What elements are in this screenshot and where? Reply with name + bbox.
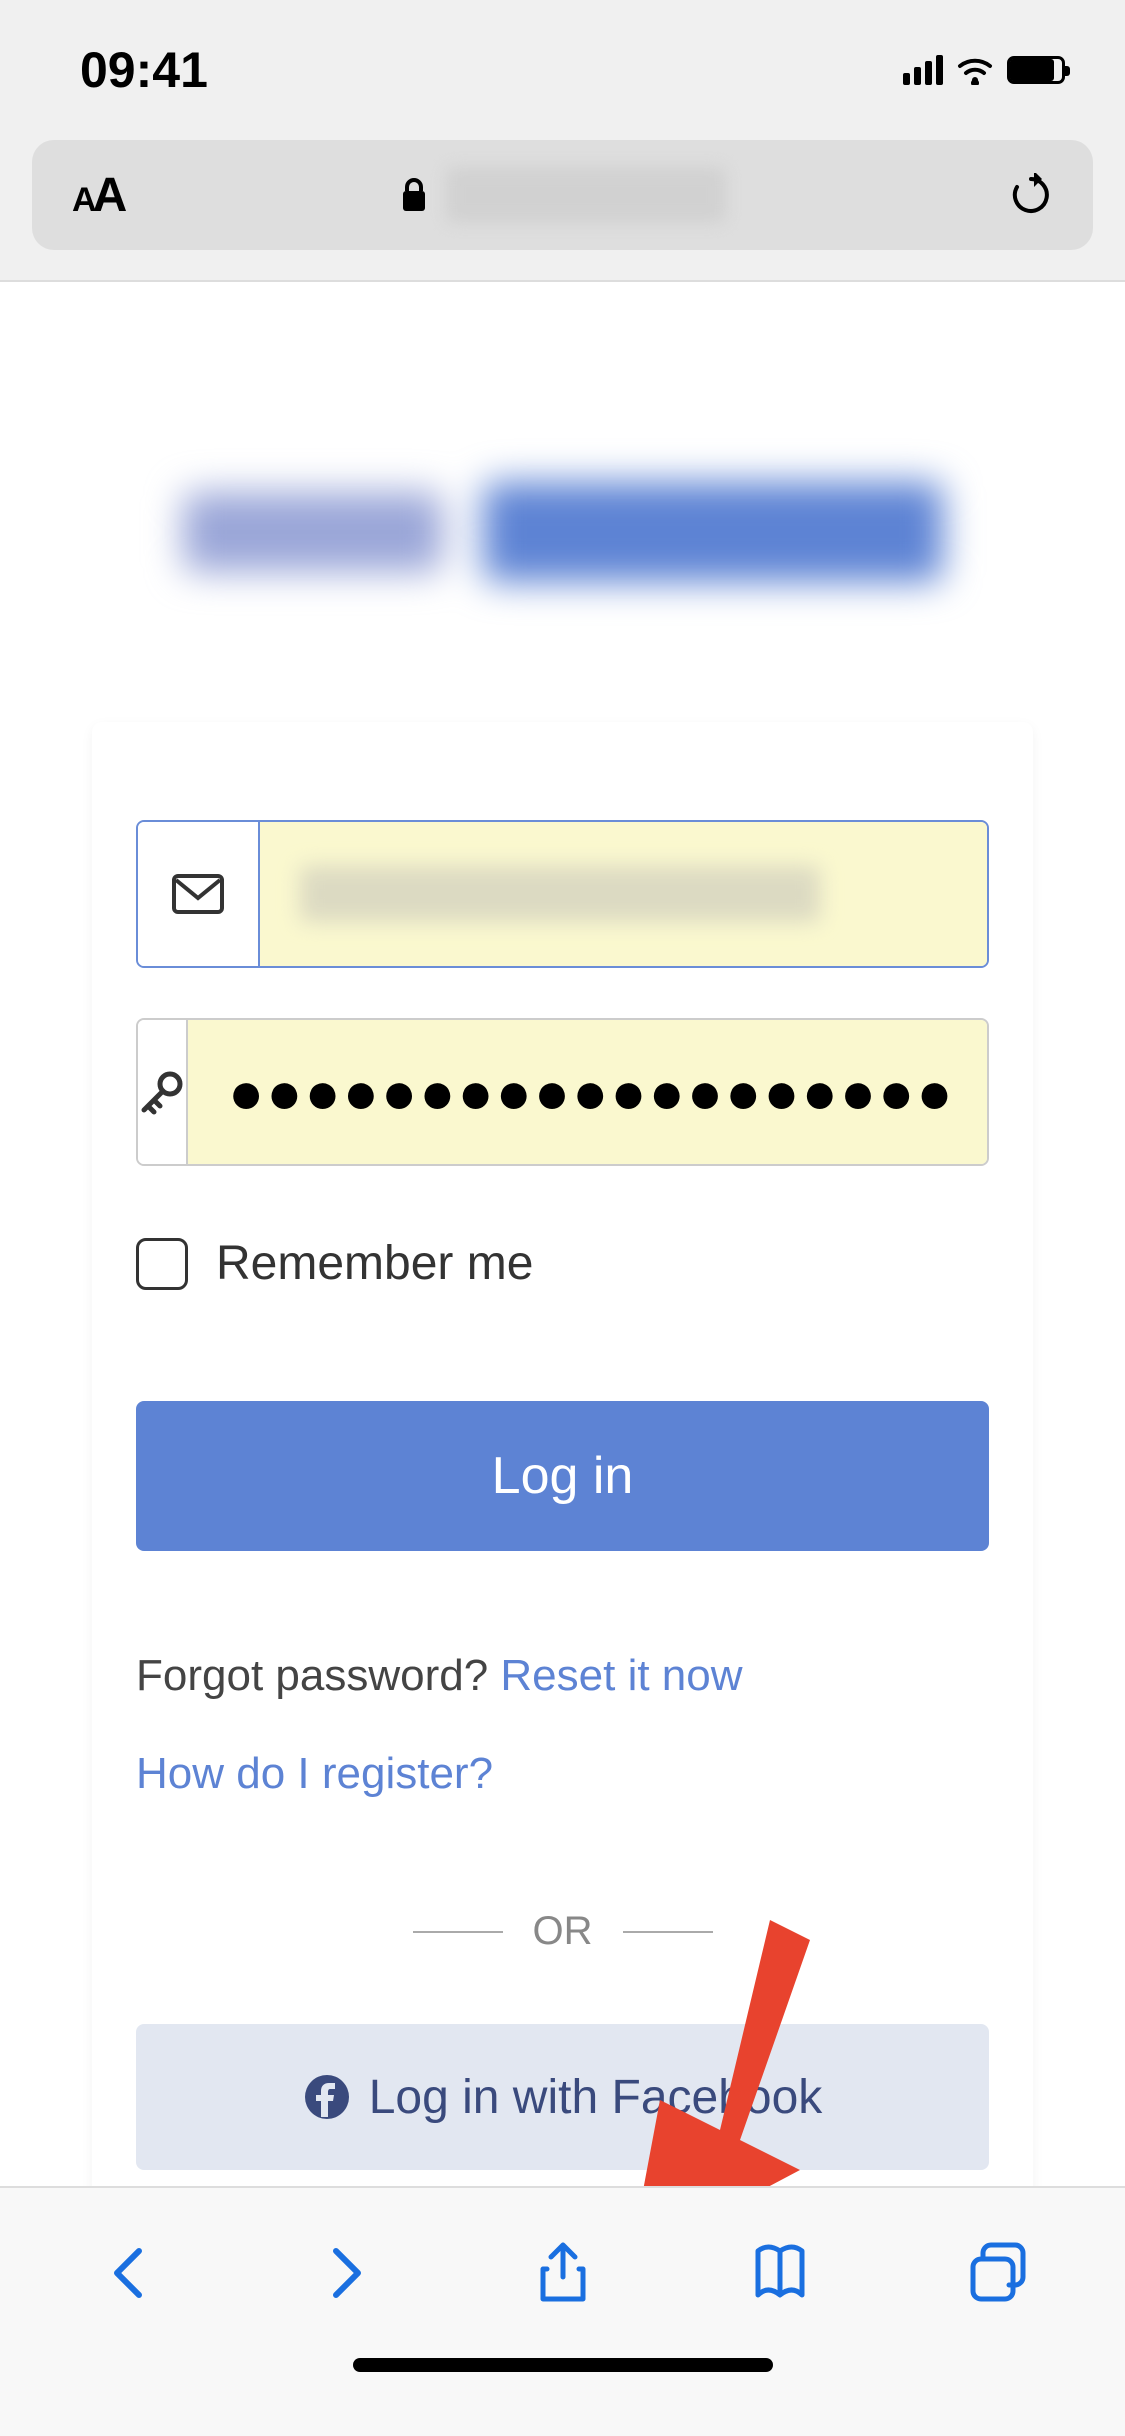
or-divider: OR [136,1909,989,1954]
password-value-masked: ●●●●●●●●●●●●●●●●●●● [228,1058,955,1127]
cellular-signal-icon [903,55,943,85]
status-indicators [903,55,1065,85]
url-text-redacted [446,167,726,223]
key-icon [138,1020,188,1164]
tabs-button[interactable] [961,2237,1033,2309]
login-button[interactable]: Log in [136,1401,989,1551]
email-field[interactable] [260,822,987,966]
password-field[interactable]: ●●●●●●●●●●●●●●●●●●● [188,1020,989,1164]
back-button[interactable] [93,2237,165,2309]
reader-view-button[interactable]: AA [72,168,123,223]
status-time: 09:41 [80,41,208,99]
page-content: ●●●●●●●●●●●●●●●●●●● Remember me Log in F… [0,282,1125,2436]
or-label: OR [533,1909,593,1954]
reset-password-link[interactable]: Reset it now [500,1651,742,1700]
password-input-group: ●●●●●●●●●●●●●●●●●●● [136,1018,989,1166]
email-input-group [136,820,989,968]
share-button[interactable] [527,2237,599,2309]
login-with-facebook-button[interactable]: Log in with Facebook [136,2024,989,2170]
status-bar: 09:41 [0,0,1125,140]
address-bar[interactable]: AA [32,140,1093,250]
home-indicator[interactable] [353,2358,773,2372]
battery-icon [1007,56,1065,84]
bookmarks-button[interactable] [744,2237,816,2309]
facebook-icon [303,2073,351,2121]
site-header-redacted [80,462,1045,602]
wifi-icon [955,55,995,85]
forgot-password-prefix: Forgot password? [136,1651,500,1700]
remember-me-checkbox[interactable] [136,1238,188,1290]
login-card: ●●●●●●●●●●●●●●●●●●● Remember me Log in F… [92,722,1033,2436]
lock-icon [400,177,428,213]
remember-me-row[interactable]: Remember me [136,1236,989,1291]
envelope-icon [138,822,260,966]
facebook-button-label: Log in with Facebook [369,2070,823,2125]
browser-toolbar [0,2186,1125,2436]
email-value-redacted [300,866,820,922]
forgot-password-text: Forgot password? Reset it now [136,1651,989,1701]
reload-icon[interactable] [1009,173,1053,217]
register-link[interactable]: How do I register? [136,1749,989,1799]
forward-button[interactable] [310,2237,382,2309]
remember-me-label: Remember me [216,1236,533,1291]
url-display[interactable] [400,167,726,223]
